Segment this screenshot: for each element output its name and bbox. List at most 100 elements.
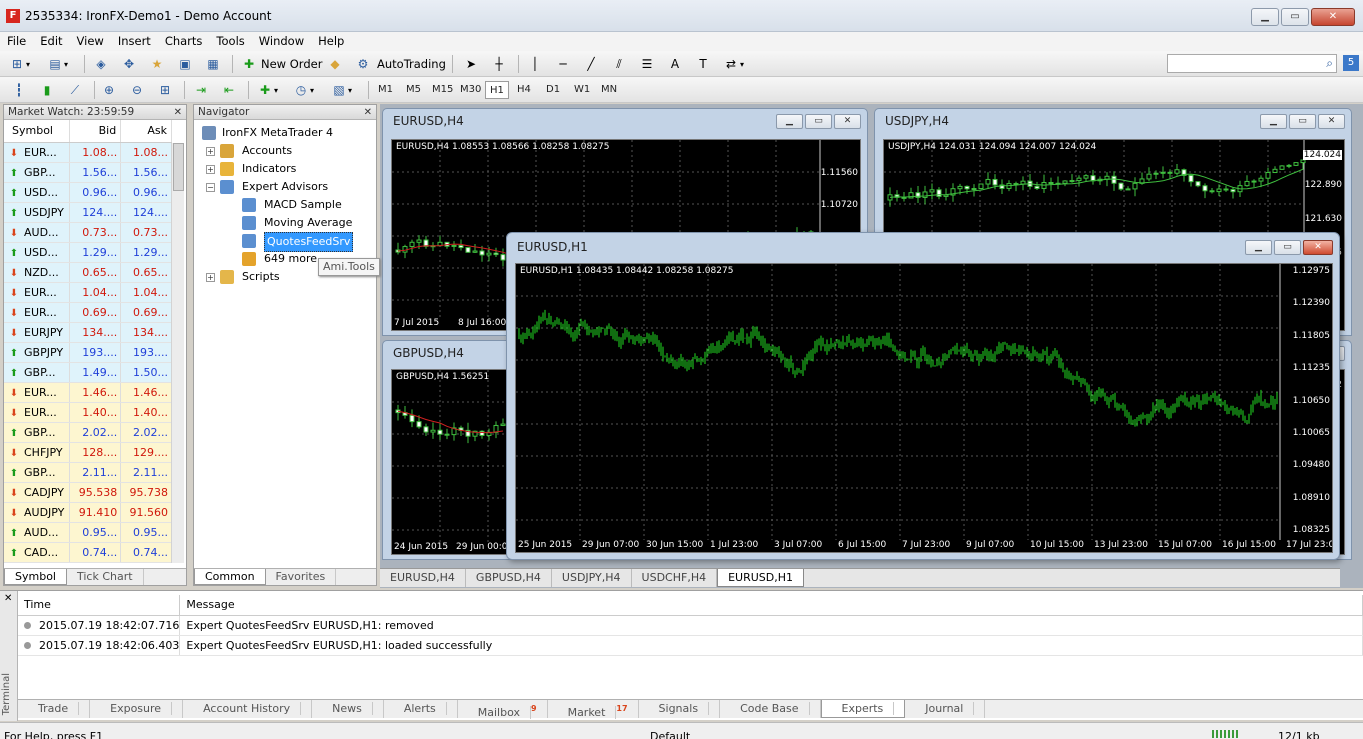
terminal-tab[interactable]: Trade (18, 700, 91, 718)
column-message[interactable]: Message (179, 595, 1363, 616)
search-icon[interactable]: ⌕ (1326, 56, 1333, 71)
terminal-tab[interactable]: Mailbox 9 (458, 700, 548, 719)
timeframe-mn[interactable]: MN (597, 81, 621, 99)
market-watch-row[interactable]: ⬆ GBP... 1.56... 1.56... (4, 162, 172, 183)
market-watch-row[interactable]: ⬆ CAD... 0.74... 0.74... (4, 542, 172, 563)
close-button[interactable]: ✕ (1311, 8, 1355, 26)
terminal-tab[interactable]: Alerts (384, 700, 458, 718)
market-watch-row[interactable]: ⬆ USD... 1.29... 1.29... (4, 242, 172, 263)
expand-toggle-icon[interactable]: + (206, 165, 215, 174)
new-order-button[interactable]: ✚ New Order (240, 54, 322, 74)
terminal-tab[interactable]: Journal (905, 700, 986, 718)
terminal-tab[interactable]: Signals (639, 700, 721, 718)
tab-symbol[interactable]: Symbol (4, 569, 67, 585)
data-window-icon[interactable]: ✥ (120, 55, 138, 73)
expand-toggle-icon[interactable]: + (206, 273, 215, 282)
bar-chart-icon[interactable]: ┇ (10, 81, 28, 99)
search-input[interactable]: ⌕ (1167, 54, 1337, 73)
market-watch-scrollbar[interactable] (171, 143, 184, 563)
zoom-out-icon[interactable]: ⊖ (128, 81, 146, 99)
tree-node[interactable]: QuotesFeedSrv (194, 232, 376, 252)
new-chart-icon[interactable]: ⊞ (8, 55, 26, 73)
timeframe-m1[interactable]: M1 (374, 81, 397, 99)
trendline-icon[interactable]: ╱ (582, 55, 600, 73)
autoscroll-icon[interactable]: ⇤ (220, 81, 238, 99)
market-watch-row[interactable]: ⬆ USDJPY 124.... 124.... (4, 202, 172, 223)
tile-windows-icon[interactable]: ⊞ (156, 81, 174, 99)
market-watch-row[interactable]: ⬆ GBP... 1.49... 1.50... (4, 362, 172, 383)
menu-tools[interactable]: Tools (209, 32, 251, 51)
tree-root[interactable]: IronFX MetaTrader 4 (194, 124, 376, 142)
indicators-icon[interactable]: ✚ (256, 81, 274, 99)
periods-icon[interactable]: ◷ (292, 81, 310, 99)
chart-close-button[interactable]: ✕ (1303, 240, 1333, 255)
terminal-tab[interactable]: Experts (820, 700, 906, 718)
column-bid[interactable]: Bid (69, 120, 122, 143)
timeframe-d1[interactable]: D1 (542, 81, 564, 99)
arrows-icon[interactable]: ⇄ (722, 55, 740, 73)
chart-maximize-button[interactable]: ▭ (805, 114, 832, 129)
chart-tab-active[interactable]: EURUSD,H1 (717, 569, 805, 587)
chart-close-button[interactable]: ✕ (1318, 114, 1345, 129)
close-panel-icon[interactable]: ✕ (174, 105, 182, 120)
chart-maximize-button[interactable]: ▭ (1289, 114, 1316, 129)
column-symbol[interactable]: Symbol (4, 120, 71, 143)
menu-window[interactable]: Window (252, 32, 311, 51)
tree-node[interactable]: + Accounts (194, 142, 376, 160)
vertical-line-icon[interactable]: │ (526, 55, 544, 73)
tree-node[interactable]: MACD Sample (194, 196, 376, 214)
notifications-badge[interactable]: 5 (1343, 55, 1359, 71)
profiles-icon[interactable]: ▤ (46, 55, 64, 73)
chart-tab[interactable]: EURUSD,H4 (380, 569, 466, 587)
log-row[interactable]: 2015.07.19 18:42:07.716 Expert QuotesFeed… (18, 615, 1363, 636)
chart-tab[interactable]: USDJPY,H4 (552, 569, 632, 587)
fibonacci-icon[interactable]: ☰ (638, 55, 656, 73)
close-terminal-icon[interactable]: ✕ (4, 593, 12, 604)
terminal-tab[interactable]: Exposure (90, 700, 184, 718)
chart-close-button[interactable]: ✕ (834, 114, 861, 129)
market-watch-row[interactable]: ⬆ USD... 0.96... 0.96... (4, 182, 172, 203)
close-panel-icon[interactable]: ✕ (364, 105, 372, 120)
timeframe-h1[interactable]: H1 (485, 81, 509, 99)
navigator-icon[interactable]: ★ (148, 55, 166, 73)
terminal-tab[interactable]: Code Base (720, 700, 821, 718)
chart-plot[interactable]: EURUSD,H1 1.08435 1.08442 1.08258 1.0827… (515, 263, 1333, 553)
crosshair-icon[interactable]: ┼ (490, 55, 508, 73)
menu-insert[interactable]: Insert (111, 32, 158, 51)
tree-node[interactable]: Moving Average (194, 214, 376, 232)
chart-tab[interactable]: GBPUSD,H4 (466, 569, 552, 587)
market-watch-row[interactable]: ⬆ AUD... 0.95... 0.95... (4, 522, 172, 543)
menu-file[interactable]: File (0, 32, 33, 51)
chart-maximize-button[interactable]: ▭ (1274, 240, 1301, 255)
text-icon[interactable]: A (666, 55, 684, 73)
timeframe-h4[interactable]: H4 (513, 81, 535, 99)
menu-help[interactable]: Help (311, 32, 351, 51)
horizontal-line-icon[interactable]: ─ (554, 55, 572, 73)
timeframe-w1[interactable]: W1 (570, 81, 594, 99)
cursor-icon[interactable]: ➤ (462, 55, 480, 73)
column-time[interactable]: Time (18, 595, 181, 616)
zoom-in-icon[interactable]: ⊕ (100, 81, 118, 99)
chart-tab[interactable]: USDCHF,H4 (632, 569, 718, 587)
market-watch-row[interactable]: ⬇ EUR... 0.69... 0.69... (4, 302, 172, 323)
expand-toggle-icon[interactable]: − (206, 183, 215, 192)
market-watch-row[interactable]: ⬇ NZD... 0.65... 0.65... (4, 262, 172, 283)
column-ask[interactable]: Ask (120, 120, 172, 143)
log-row[interactable]: 2015.07.19 18:42:06.403 Expert QuotesFeed… (18, 635, 1363, 656)
tree-node[interactable]: + Indicators (194, 160, 376, 178)
timeframe-m5[interactable]: M5 (402, 81, 425, 99)
terminal-tab[interactable]: News (312, 700, 384, 718)
templates-icon[interactable]: ▧ (330, 81, 348, 99)
tree-node[interactable]: − Expert Advisors (194, 178, 376, 196)
metaeditor-icon[interactable]: ◆ (326, 55, 344, 73)
menu-charts[interactable]: Charts (158, 32, 210, 51)
market-watch-row[interactable]: ⬇ EUR... 1.40... 1.40... (4, 402, 172, 423)
market-watch-row[interactable]: ⬇ EUR... 1.46... 1.46... (4, 382, 172, 403)
market-watch-row[interactable]: ⬆ GBP... 2.11... 2.11... (4, 462, 172, 483)
market-watch-icon[interactable]: ◈ (92, 55, 110, 73)
menu-view[interactable]: View (70, 32, 111, 51)
maximize-button[interactable]: ▭ (1281, 8, 1309, 26)
market-watch-row[interactable]: ⬇ EUR... 1.08... 1.08... (4, 142, 172, 163)
tab-common[interactable]: Common (194, 569, 266, 585)
chart-window-eurusd-h1[interactable]: EURUSD,H1 ▁ ▭ ✕ EURUSD,H1 1.08435 1.08442 … (506, 232, 1340, 560)
